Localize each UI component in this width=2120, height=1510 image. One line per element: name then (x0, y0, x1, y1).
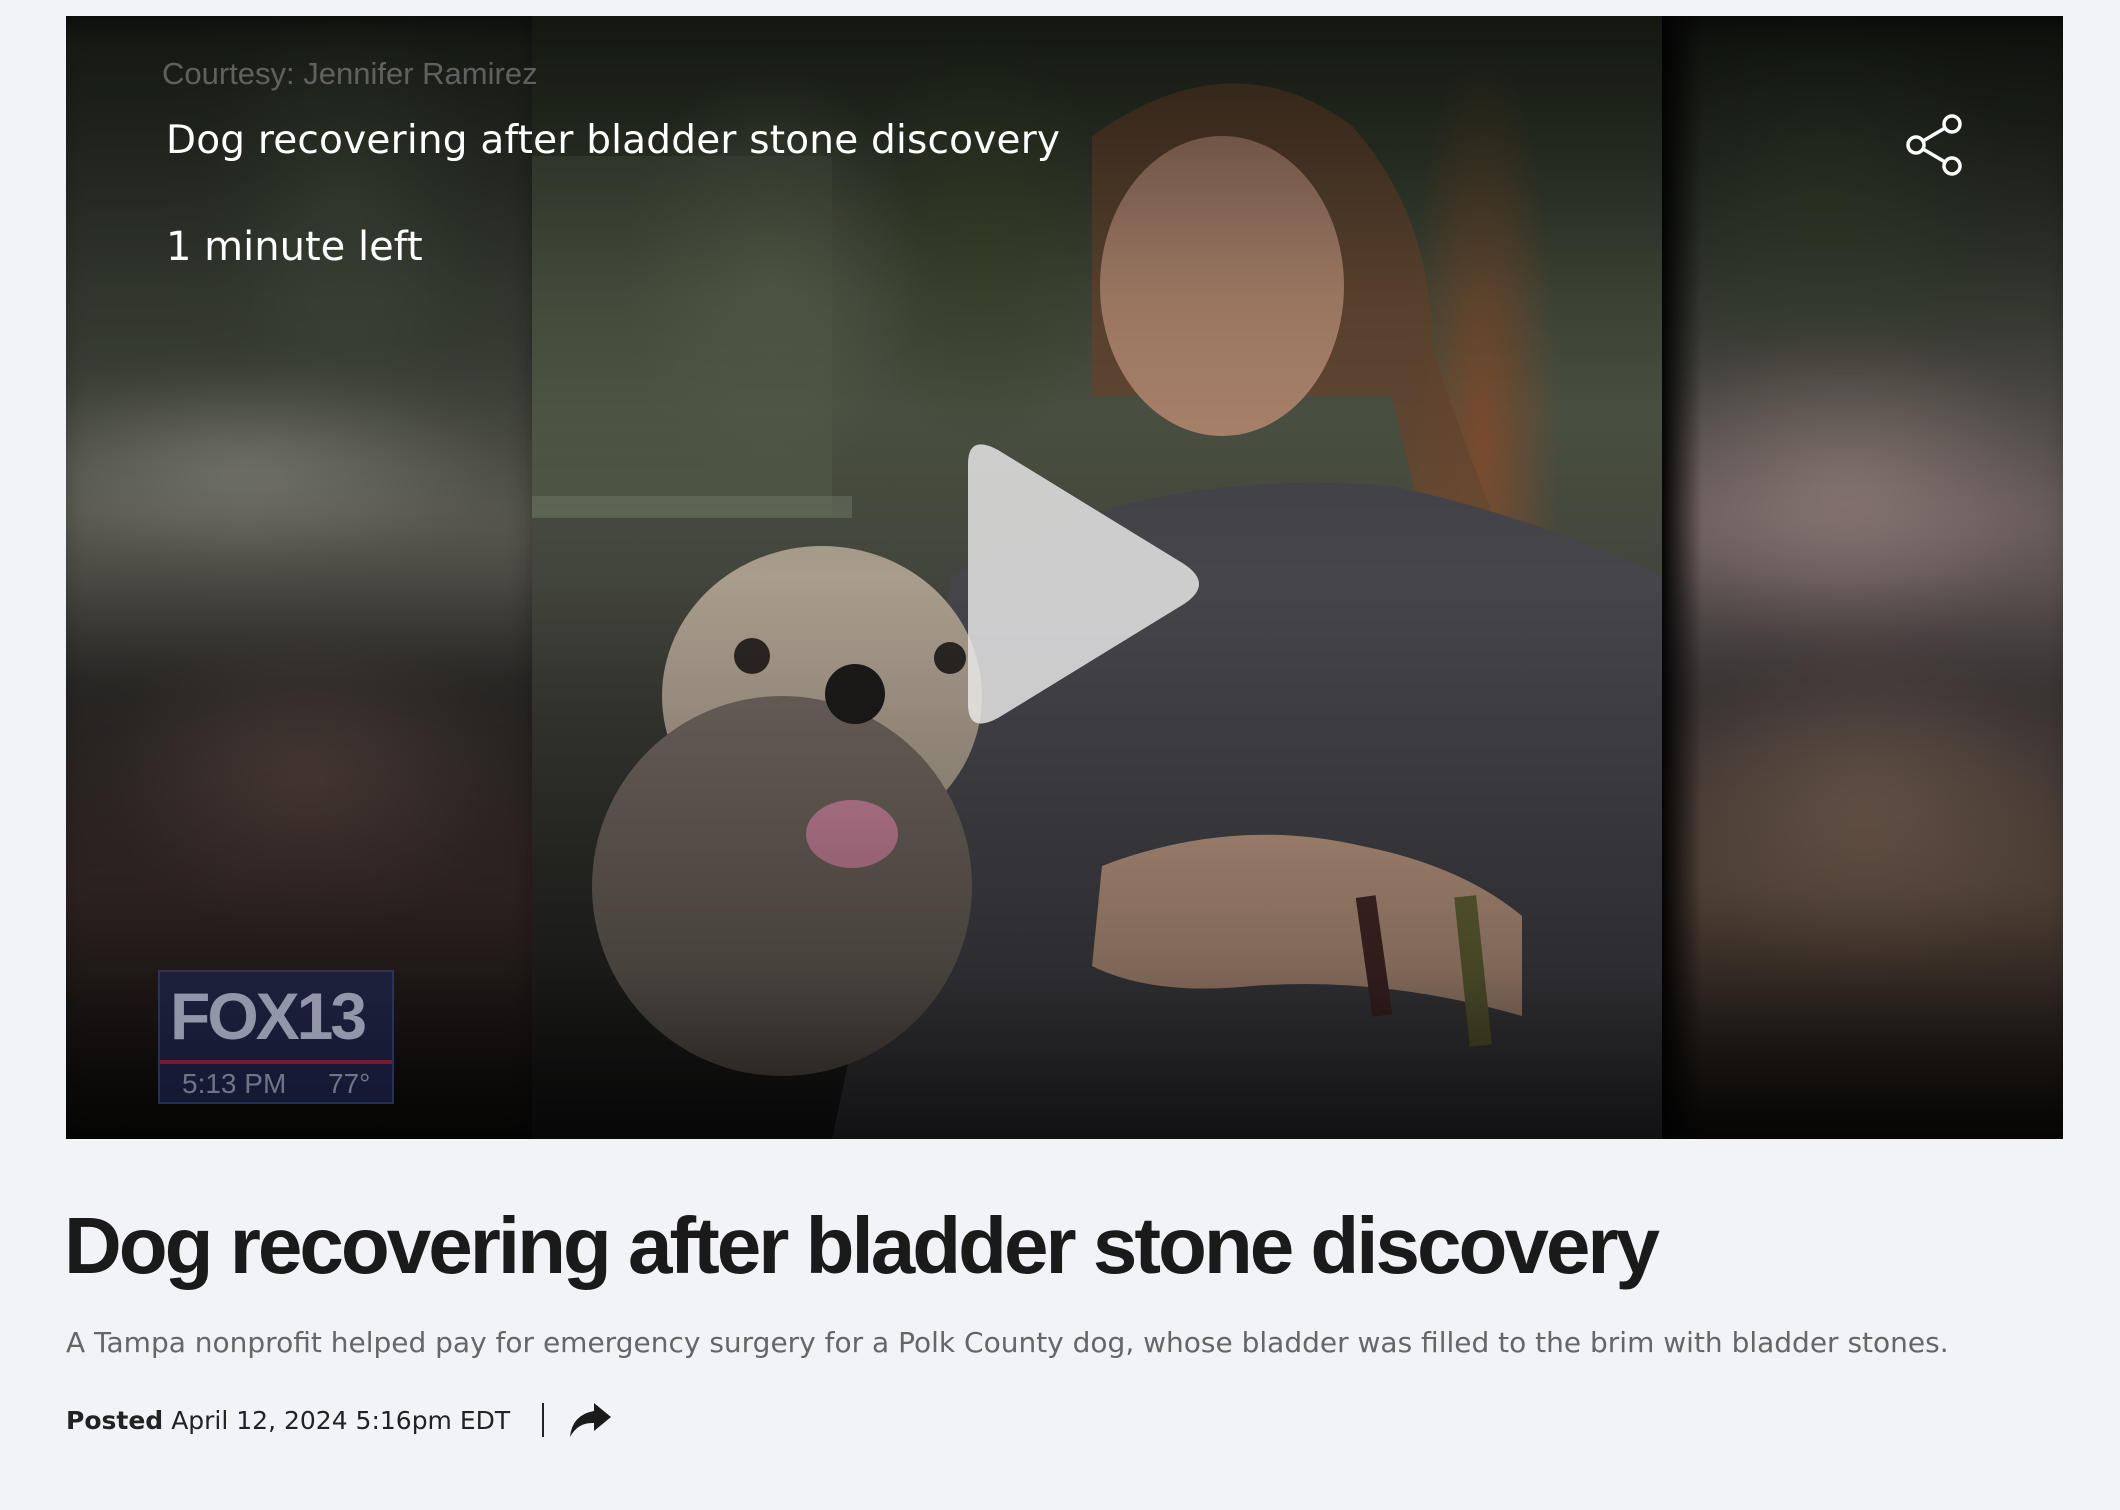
station-logo: FOX13 5:13 PM 77° (158, 970, 394, 1104)
station-logo-bar (160, 1060, 392, 1064)
share-arrow-icon[interactable] (568, 1401, 612, 1439)
station-logo-temperature: 77° (328, 1068, 371, 1099)
byline-divider (542, 1403, 545, 1437)
station-logo-name: FOX13 (170, 979, 367, 1053)
article-headline: Dog recovering after bladder stone disco… (64, 1201, 1660, 1290)
play-icon[interactable] (926, 424, 1266, 764)
posted-date: April 12, 2024 5:16pm EDT (171, 1405, 511, 1435)
article-summary: A Tampa nonprofit helped pay for emergen… (66, 1326, 1949, 1359)
share-nodes-icon[interactable] (1902, 112, 1968, 178)
video-time-remaining: 1 minute left (166, 224, 423, 270)
article-page: Courtesy: Jennifer Ramirez Dog recoverin… (0, 0, 2120, 1510)
posted-label: Posted (66, 1405, 164, 1435)
station-logo-time: 5:13 PM (182, 1068, 287, 1099)
video-credit: Courtesy: Jennifer Ramirez (162, 56, 538, 91)
video-player[interactable]: Courtesy: Jennifer Ramirez Dog recoverin… (66, 16, 2063, 1139)
article-byline: Posted April 12, 2024 5:16pm EDT (66, 1400, 612, 1440)
video-title: Dog recovering after bladder stone disco… (166, 118, 1061, 163)
